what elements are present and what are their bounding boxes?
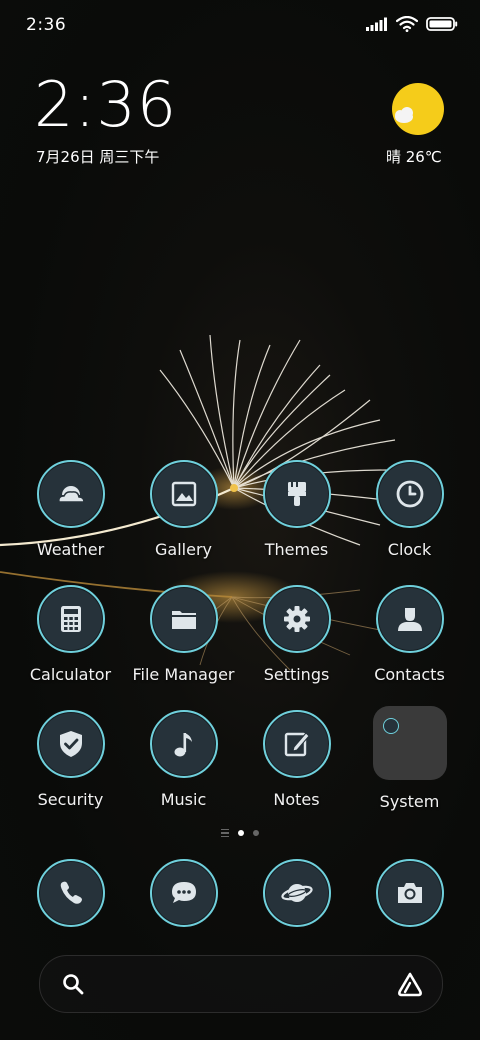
- app-label-file-manager: File Manager: [132, 665, 235, 684]
- app-notes[interactable]: Notes: [240, 710, 353, 820]
- paintbrush-icon: [287, 482, 306, 506]
- weather-text[interactable]: 晴 26℃: [386, 146, 442, 167]
- page-indicator[interactable]: [0, 829, 480, 837]
- battery-icon: [426, 17, 458, 31]
- app-label-music: Music: [160, 790, 207, 809]
- app-themes[interactable]: Themes: [240, 460, 353, 570]
- app-label-contacts: Contacts: [374, 665, 445, 684]
- phone-icon[interactable]: [37, 859, 105, 927]
- calculator-icon: [60, 606, 81, 632]
- status-icons: [366, 14, 458, 34]
- app-settings[interactable]: Settings: [240, 585, 353, 695]
- app-label-security: Security: [37, 790, 104, 809]
- person-icon: [397, 608, 422, 631]
- clock-app-icon[interactable]: [375, 460, 444, 528]
- app-system-folder[interactable]: System: [353, 706, 466, 820]
- system-folder-icon[interactable]: [372, 706, 447, 780]
- assistant-icon[interactable]: [396, 971, 424, 997]
- app-weather[interactable]: Weather: [14, 460, 127, 570]
- gear-icon: [283, 606, 310, 632]
- status-bar: 2:36: [0, 0, 480, 50]
- file-manager-app-icon[interactable]: [149, 585, 218, 653]
- folder-icon: [171, 611, 196, 629]
- browser-icon[interactable]: [263, 859, 331, 927]
- sunny-icon[interactable]: [390, 82, 446, 138]
- dock-messages[interactable]: [149, 858, 219, 928]
- folder-mini-icon: [382, 718, 399, 734]
- music-app-icon[interactable]: [149, 710, 218, 778]
- app-music[interactable]: Music: [127, 710, 240, 820]
- settings-app-icon[interactable]: [262, 585, 331, 653]
- app-contacts[interactable]: Contacts: [353, 585, 466, 695]
- app-label-clock: Clock: [387, 540, 432, 559]
- clock-widget-time[interactable]: 2:36: [34, 74, 177, 136]
- weather-app-icon[interactable]: [36, 460, 105, 528]
- app-clock[interactable]: Clock: [353, 460, 466, 570]
- app-label-themes: Themes: [264, 540, 329, 559]
- camera-icon[interactable]: [376, 859, 444, 927]
- app-label-gallery: Gallery: [155, 540, 212, 559]
- calculator-app-icon[interactable]: [36, 585, 105, 653]
- signal-icon: [366, 17, 387, 31]
- music-note-icon: [174, 733, 192, 757]
- search-bar[interactable]: [39, 955, 443, 1013]
- clock-widget-date[interactable]: 7月26日 周三下午: [36, 146, 159, 167]
- messages-icon[interactable]: [150, 859, 218, 927]
- page-indicator-menu-icon[interactable]: [221, 829, 229, 837]
- app-label-calculator: Calculator: [29, 665, 112, 684]
- app-label-system: System: [379, 792, 440, 811]
- clock-icon: [396, 480, 423, 508]
- note-edit-icon: [284, 732, 310, 757]
- app-label-notes: Notes: [273, 790, 320, 809]
- contacts-app-icon[interactable]: [375, 585, 444, 653]
- notes-app-icon[interactable]: [262, 710, 331, 778]
- app-security[interactable]: Security: [14, 710, 127, 820]
- dock-browser[interactable]: [262, 858, 332, 928]
- cloud-sun-icon: [57, 486, 85, 503]
- image-icon: [171, 481, 196, 507]
- page-dot-2[interactable]: [253, 830, 259, 836]
- app-calculator[interactable]: Calculator: [14, 585, 127, 695]
- app-gallery[interactable]: Gallery: [127, 460, 240, 570]
- page-dot-1[interactable]: [238, 830, 244, 836]
- wifi-icon: [396, 16, 418, 32]
- app-label-weather: Weather: [36, 540, 105, 559]
- dock-camera[interactable]: [375, 858, 445, 928]
- security-app-icon[interactable]: [36, 710, 105, 778]
- shield-icon: [59, 731, 82, 757]
- gallery-app-icon[interactable]: [149, 460, 218, 528]
- dock-phone[interactable]: [36, 858, 106, 928]
- app-label-settings: Settings: [263, 665, 330, 684]
- status-time: 2:36: [26, 15, 67, 35]
- search-icon[interactable]: [62, 973, 84, 995]
- app-file-manager[interactable]: File Manager: [127, 585, 240, 695]
- themes-app-icon[interactable]: [262, 460, 331, 528]
